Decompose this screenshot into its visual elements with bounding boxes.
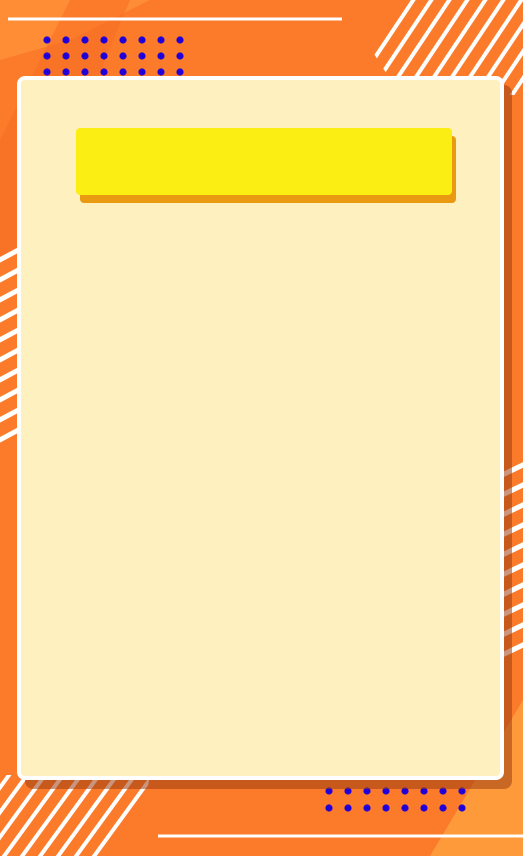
dot bbox=[81, 52, 89, 60]
dot bbox=[401, 804, 409, 812]
dot bbox=[439, 804, 447, 812]
dot bbox=[176, 52, 184, 60]
dot bbox=[100, 68, 108, 76]
dot bbox=[119, 36, 127, 44]
dot bbox=[62, 52, 70, 60]
dot bbox=[138, 36, 146, 44]
dot bbox=[157, 36, 165, 44]
dot bbox=[62, 36, 70, 44]
dot bbox=[100, 36, 108, 44]
dot bbox=[119, 52, 127, 60]
poster-background bbox=[0, 0, 523, 856]
dot bbox=[119, 68, 127, 76]
dot bbox=[401, 787, 409, 795]
dot bbox=[458, 804, 466, 812]
dot bbox=[363, 804, 371, 812]
dot bbox=[176, 36, 184, 44]
dot bbox=[43, 68, 51, 76]
dot bbox=[157, 68, 165, 76]
dot bbox=[100, 52, 108, 60]
dot bbox=[420, 787, 428, 795]
dot bbox=[420, 804, 428, 812]
dot bbox=[439, 787, 447, 795]
dot bbox=[43, 36, 51, 44]
dot bbox=[176, 68, 184, 76]
dot bbox=[344, 787, 352, 795]
dot bbox=[325, 804, 333, 812]
dot bbox=[157, 52, 165, 60]
dot bbox=[43, 52, 51, 60]
dot bbox=[382, 804, 390, 812]
dot bbox=[62, 68, 70, 76]
title-banner bbox=[76, 128, 452, 195]
dot bbox=[138, 52, 146, 60]
dot bbox=[344, 804, 352, 812]
dot bbox=[382, 787, 390, 795]
dot bbox=[325, 787, 333, 795]
dot bbox=[458, 787, 466, 795]
dot bbox=[138, 68, 146, 76]
content-card bbox=[17, 76, 504, 780]
dot bbox=[81, 36, 89, 44]
dot bbox=[81, 68, 89, 76]
dot bbox=[363, 787, 371, 795]
